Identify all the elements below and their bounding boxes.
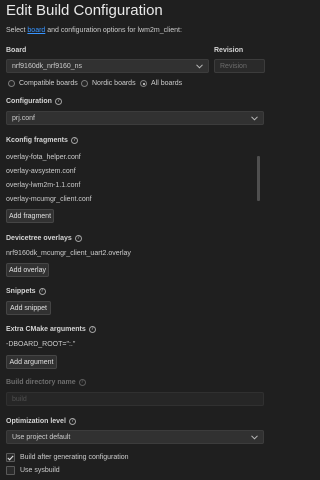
info-icon[interactable]: ? (70, 137, 78, 144)
devicetree-list-item[interactable]: nrf9160dk_mcumgr_client_uart2.overlay (6, 250, 131, 257)
board-link[interactable]: board (27, 27, 45, 34)
chevron-down-icon (250, 433, 258, 441)
configuration-select[interactable]: prj.conf (6, 111, 264, 125)
chevron-down-icon (250, 114, 258, 122)
kconfig-list-item[interactable]: overlay-fota_helper.conf (6, 154, 81, 161)
board-label-text: Board (6, 47, 27, 54)
board-select[interactable]: nrf9160dk_nrf9160_ns (6, 59, 209, 73)
add-fragment-button[interactable]: Add fragment (6, 209, 54, 223)
add-snippet-button[interactable]: Add snippet (6, 301, 51, 315)
board-select-value: nrf9160dk_nrf9160_ns (12, 62, 83, 70)
kconfig-list-item[interactable]: overlay-avsystem.conf (6, 168, 76, 175)
radio-circle-selected (140, 80, 147, 87)
radio-label: All boards (151, 80, 183, 87)
optimization-select-value: Use project default (12, 433, 71, 441)
page-title: Edit Build Configuration (6, 2, 163, 19)
optimization-select[interactable]: Use project default (6, 430, 264, 444)
configuration-select-value: prj.conf (12, 114, 35, 122)
radio-nordic-boards[interactable]: Nordic boards (81, 80, 136, 87)
add-overlay-button[interactable]: Add overlay (6, 263, 49, 277)
configuration-label-text: Configuration (6, 98, 52, 105)
revision-label: Revision (214, 47, 243, 54)
info-icon[interactable]: ? (88, 326, 96, 333)
optimization-label-text: Optimization level (6, 418, 66, 425)
sysbuild-checkbox[interactable]: Use sysbuild (6, 466, 60, 475)
build-directory-input: build (6, 392, 264, 406)
revision-label-text: Revision (214, 47, 244, 54)
build-directory-label-text: Build directory name (6, 379, 76, 386)
build-after-checkbox[interactable]: Build after generating configuration (6, 453, 129, 462)
build-after-label: Build after generating configuration (20, 454, 129, 461)
snippets-label-text: Snippets (6, 288, 36, 295)
kconfig-label-text: Kconfig fragments (6, 137, 68, 144)
radio-label: Compatible boards (19, 80, 78, 87)
devicetree-label: Devicetree overlays ? (6, 235, 82, 242)
info-icon[interactable]: ? (54, 98, 62, 105)
check-icon (7, 455, 14, 461)
chevron-down-icon (195, 62, 203, 70)
configuration-label: Configuration ? (6, 98, 62, 105)
radio-label: Nordic boards (92, 80, 136, 87)
radio-circle (8, 80, 15, 87)
devicetree-label-text: Devicetree overlays (6, 235, 72, 242)
info-icon[interactable]: ? (38, 288, 46, 295)
radio-compatible-boards[interactable]: Compatible boards (8, 80, 78, 87)
sysbuild-label: Use sysbuild (20, 467, 60, 474)
kconfig-scrollbar[interactable] (257, 156, 260, 201)
radio-all-boards[interactable]: All boards (140, 80, 182, 87)
kconfig-list-item[interactable]: overlay-mcumgr_client.conf (6, 196, 92, 203)
cmake-label-text: Extra CMake arguments (6, 326, 86, 333)
snippets-label: Snippets ? (6, 288, 46, 295)
kconfig-list-item[interactable]: overlay-lwm2m-1.1.conf (6, 182, 80, 189)
revision-placeholder: Revision (220, 62, 247, 70)
radio-circle (81, 80, 88, 87)
info-icon[interactable]: ? (68, 418, 76, 425)
page-subtitle: Select board and configuration options f… (6, 27, 182, 34)
info-icon[interactable]: ? (74, 235, 82, 242)
build-config-page: Edit Build Configuration Select board an… (0, 0, 271, 480)
subtitle-suffix: and configuration options for lwm2m_clie… (45, 27, 182, 34)
subtitle-prefix: Select (6, 27, 28, 34)
checkbox-box (6, 466, 15, 475)
info-icon: ? (78, 379, 86, 386)
checkbox-box (6, 453, 15, 462)
board-label: Board (6, 47, 26, 54)
cmake-label: Extra CMake arguments ? (6, 326, 96, 333)
revision-input[interactable]: Revision (214, 59, 265, 73)
add-argument-button[interactable]: Add argument (6, 355, 57, 369)
build-directory-placeholder: build (12, 395, 27, 403)
optimization-label: Optimization level ? (6, 418, 76, 425)
kconfig-label: Kconfig fragments ? (6, 137, 78, 144)
build-directory-label: Build directory name ? (6, 379, 86, 386)
cmake-list-item[interactable]: -DBOARD_ROOT=":." (6, 341, 75, 348)
